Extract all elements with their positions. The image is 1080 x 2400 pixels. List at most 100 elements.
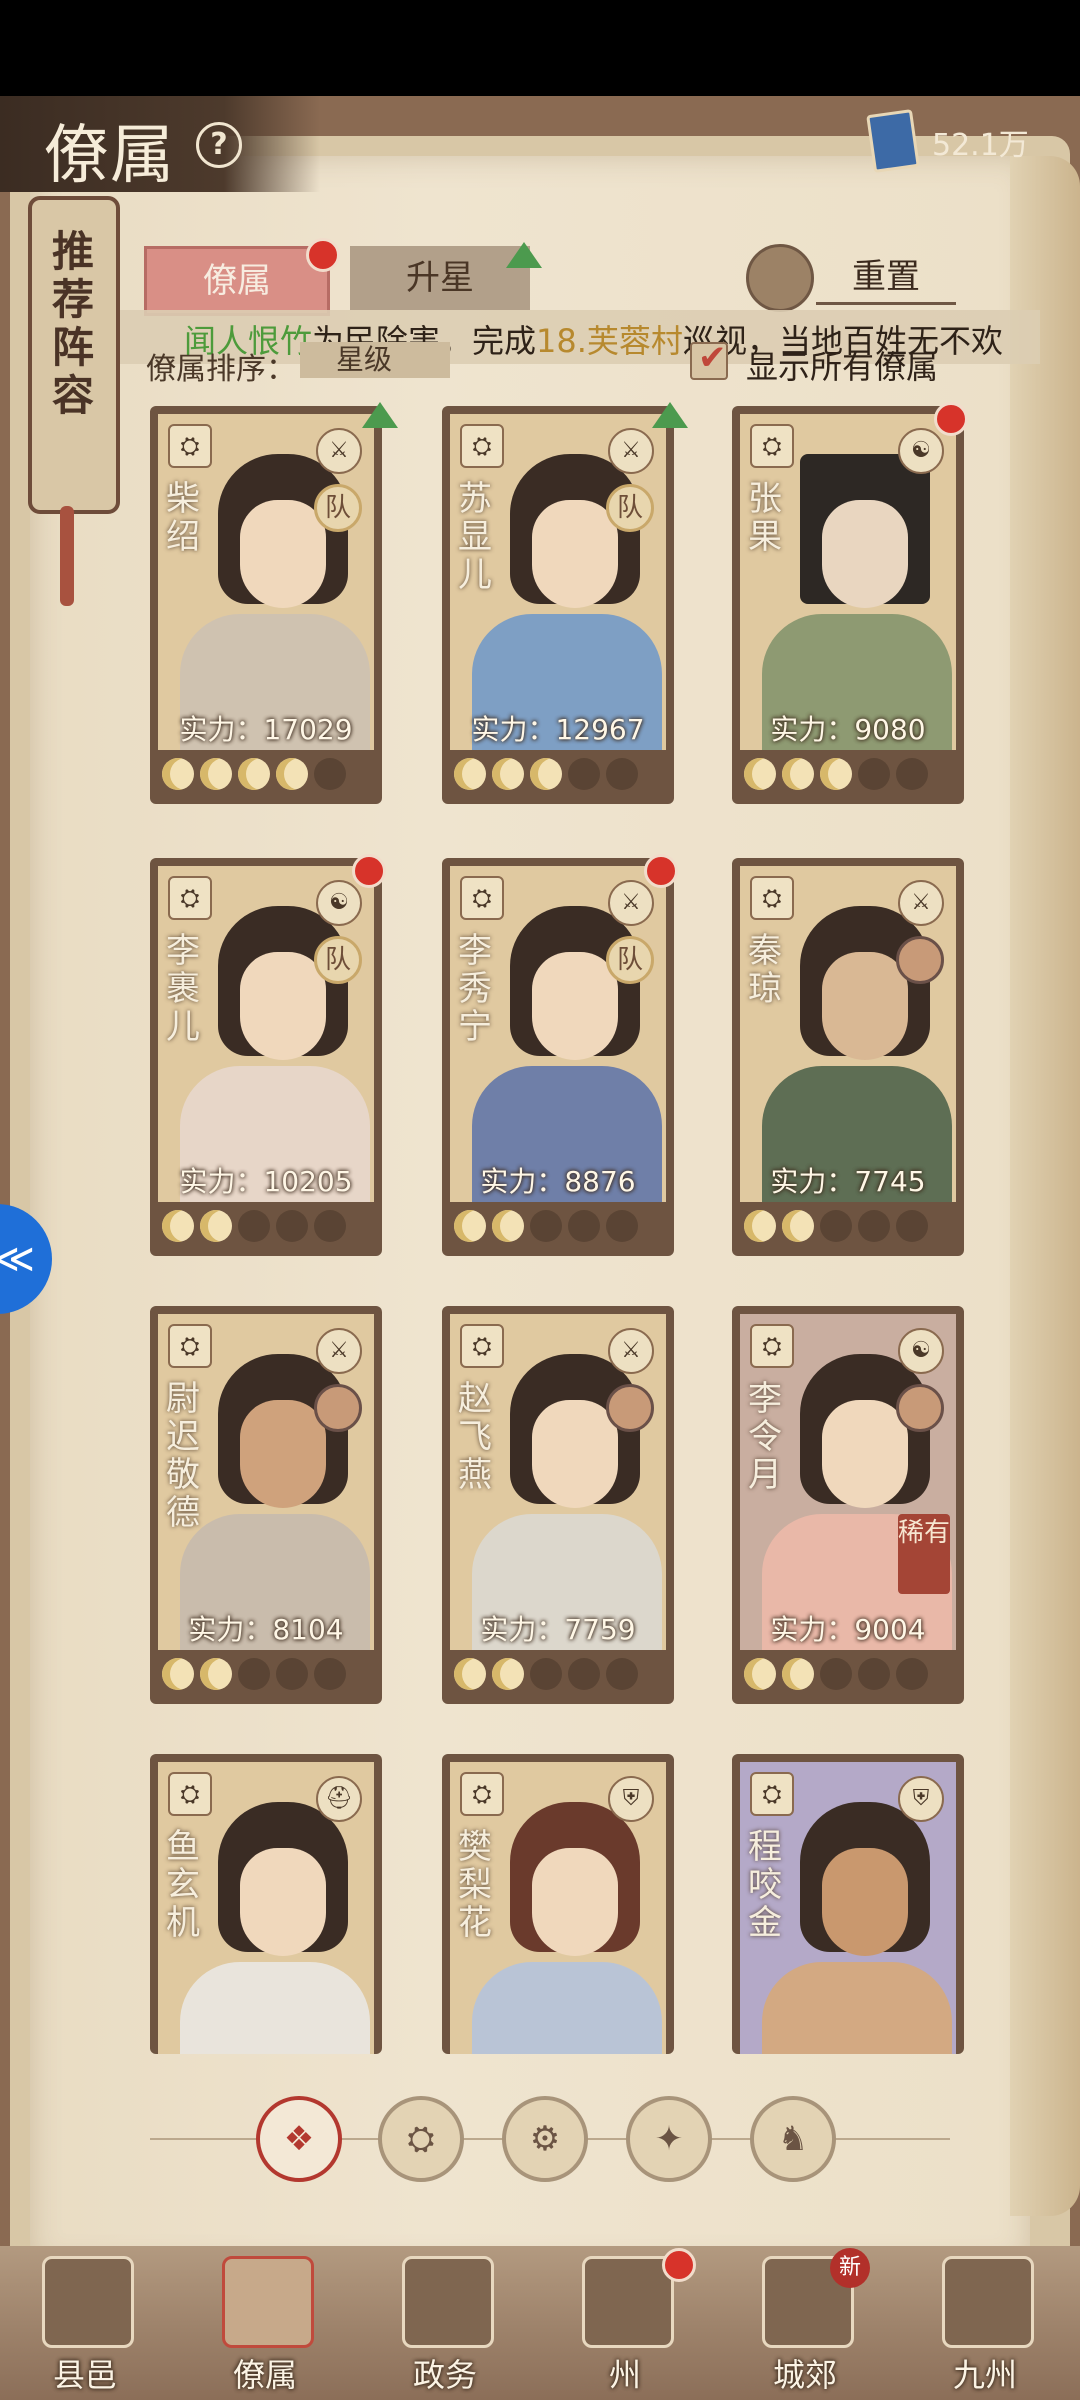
card-name: 秦琼 xyxy=(748,931,782,1009)
portrait-face xyxy=(822,1848,908,1956)
up-arrow-icon xyxy=(362,402,398,428)
portrait-face xyxy=(240,1848,326,1956)
help-icon[interactable]: ? xyxy=(196,122,242,168)
subordinate-card[interactable]: ⛭ ⚔ 赵飞燕 实力：7759 xyxy=(442,1306,674,1704)
portrait-body xyxy=(762,1962,952,2054)
subordinate-card[interactable]: ⛭ ⚔ 队 李秀宁 实力：8876 xyxy=(442,858,674,1256)
star-filled xyxy=(276,758,308,790)
star-rating xyxy=(454,758,644,790)
tab-subordinates[interactable]: 僚属 xyxy=(144,246,330,316)
yin-yang-icon: ☯ xyxy=(316,880,362,926)
star-filled xyxy=(454,758,486,790)
portrait-face xyxy=(532,1848,618,1956)
team-badge: 队 xyxy=(314,936,362,984)
filter-all-icon[interactable]: ❖ xyxy=(256,2096,342,2182)
star-filled xyxy=(454,1658,486,1690)
star-rating xyxy=(162,758,352,790)
resource-counter[interactable]: 52.1万 xyxy=(866,109,1060,173)
star-empty xyxy=(820,1210,852,1242)
card-power: 实力：7745 xyxy=(770,1165,926,1198)
subordinate-card[interactable]: ⛭ ⚔ 队 柴绍 实力：17029 xyxy=(150,406,382,804)
star-empty xyxy=(238,1210,270,1242)
class-icon: ⛭ xyxy=(168,876,212,920)
star-empty xyxy=(606,1210,638,1242)
card-name: 尉迟敬德 xyxy=(166,1379,200,1533)
nav-county[interactable]: 县邑 xyxy=(20,2246,150,2400)
portrait-face xyxy=(822,952,908,1060)
nav-nine-provinces[interactable]: 九州 xyxy=(920,2246,1050,2400)
subordinate-card[interactable]: ⛭ ⛑ 鱼玄机 xyxy=(150,1754,382,2054)
star-empty xyxy=(530,1658,562,1690)
notification-dot xyxy=(934,402,968,436)
class-icon: ⛭ xyxy=(750,424,794,468)
nav-label: 政务 xyxy=(412,2356,477,2394)
reset-button[interactable]: 重置 xyxy=(816,252,956,305)
portrait-face xyxy=(240,500,326,608)
status-bar xyxy=(0,0,1080,96)
star-empty xyxy=(896,758,928,790)
card-name: 樊梨花 xyxy=(458,1827,492,1943)
class-icon: ⛭ xyxy=(460,424,504,468)
nav-prefecture[interactable]: 州 xyxy=(560,2246,696,2400)
show-all-label[interactable]: 显示所有僚属 xyxy=(746,342,938,388)
notification-dot xyxy=(644,854,678,888)
subordinate-card[interactable]: ⛭ ⚔ 队 苏显儿 实力：12967 xyxy=(442,406,674,804)
sort-label: 僚属排序： xyxy=(146,352,296,387)
card-portrait: ⛭ ☯ 稀有 李令月 实力：9004 xyxy=(740,1314,956,1650)
card-power: 实力：12967 xyxy=(471,713,645,746)
recommended-lineup-tab[interactable]: 推荐阵容 xyxy=(28,196,120,514)
star-filled xyxy=(744,758,776,790)
sort-dropdown[interactable]: 星级 xyxy=(300,342,450,378)
subordinate-card[interactable]: ⛭ ⛨ 樊梨花 xyxy=(442,1754,674,2054)
card-portrait: ⛭ ⚔ 秦琼 实力：7745 xyxy=(740,866,956,1202)
card-portrait: ⛭ ⚔ 赵飞燕 实力：7759 xyxy=(450,1314,666,1650)
tassel-decoration xyxy=(60,506,74,606)
subordinate-card[interactable]: ⛭ ⚔ 秦琼 实力：7745 xyxy=(732,858,964,1256)
nav-subordinates[interactable]: 僚属 xyxy=(200,2246,330,2400)
card-portrait: ⛭ ☯ 张果 实力：9080 xyxy=(740,414,956,750)
portrait-face xyxy=(532,500,618,608)
subordinate-card[interactable]: ⛭ ☯ 稀有 李令月 实力：9004 xyxy=(732,1306,964,1704)
shield-icon: ⛨ xyxy=(898,1776,944,1822)
checkmark-icon: ✔ xyxy=(698,338,727,378)
card-power: 实力：17029 xyxy=(179,713,353,746)
card-power: 实力：9080 xyxy=(770,713,926,746)
class-icon: ⛭ xyxy=(460,1324,504,1368)
card-portrait: ⛭ ⚔ 队 柴绍 实力：17029 xyxy=(158,414,374,750)
filter-fan-icon[interactable]: ✦ xyxy=(626,2096,712,2182)
star-empty xyxy=(858,1210,890,1242)
subordinate-card[interactable]: ⛭ ☯ 张果 实力：9080 xyxy=(732,406,964,804)
card-name: 赵飞燕 xyxy=(458,1379,492,1495)
star-empty xyxy=(276,1658,308,1690)
up-arrow-icon xyxy=(506,242,542,268)
card-power: 实力：7759 xyxy=(480,1613,636,1646)
tab-star-up[interactable]: 升星 xyxy=(350,246,530,310)
card-name: 张果 xyxy=(748,479,782,557)
subordinate-card[interactable]: ⛭ ☯ 队 李裹儿 实力：10205 xyxy=(150,858,382,1256)
book-icon xyxy=(866,109,920,173)
filter-beast-icon[interactable]: ♞ xyxy=(750,2096,836,2182)
nav-suburbs[interactable]: 新 城郊 xyxy=(740,2246,870,2400)
subordinate-card[interactable]: ⛭ ⚔ 尉迟敬德 实力：8104 xyxy=(150,1306,382,1704)
card-name: 柴绍 xyxy=(166,479,200,557)
filter-civil-icon[interactable]: ⛭ xyxy=(378,2096,464,2182)
portrait-face xyxy=(532,1400,618,1508)
star-rating xyxy=(454,1210,644,1242)
portrait-body xyxy=(180,1962,370,2054)
card-name: 李裹儿 xyxy=(166,931,200,1047)
class-icon: ⛭ xyxy=(750,876,794,920)
class-icon: ⛭ xyxy=(460,1772,504,1816)
subordinate-card[interactable]: ⛭ ⛨ 程咬金 xyxy=(732,1754,964,2054)
nav-affairs[interactable]: 政务 xyxy=(380,2246,510,2400)
star-filled xyxy=(744,1658,776,1690)
show-all-checkbox[interactable]: ✔ xyxy=(690,338,728,380)
star-empty xyxy=(530,1210,562,1242)
star-filled xyxy=(492,1658,524,1690)
card-power: 实力：10205 xyxy=(179,1165,353,1198)
card-portrait: ⛭ ⛑ 鱼玄机 xyxy=(158,1762,374,2054)
bottom-nav: 县邑 僚属 政务 州 新 城郊 九州 xyxy=(0,2246,1080,2400)
reset-icon[interactable] xyxy=(746,244,814,312)
filter-military-icon[interactable]: ⚙ xyxy=(502,2096,588,2182)
star-filled xyxy=(200,1210,232,1242)
map-scroll-icon xyxy=(942,2256,1034,2348)
